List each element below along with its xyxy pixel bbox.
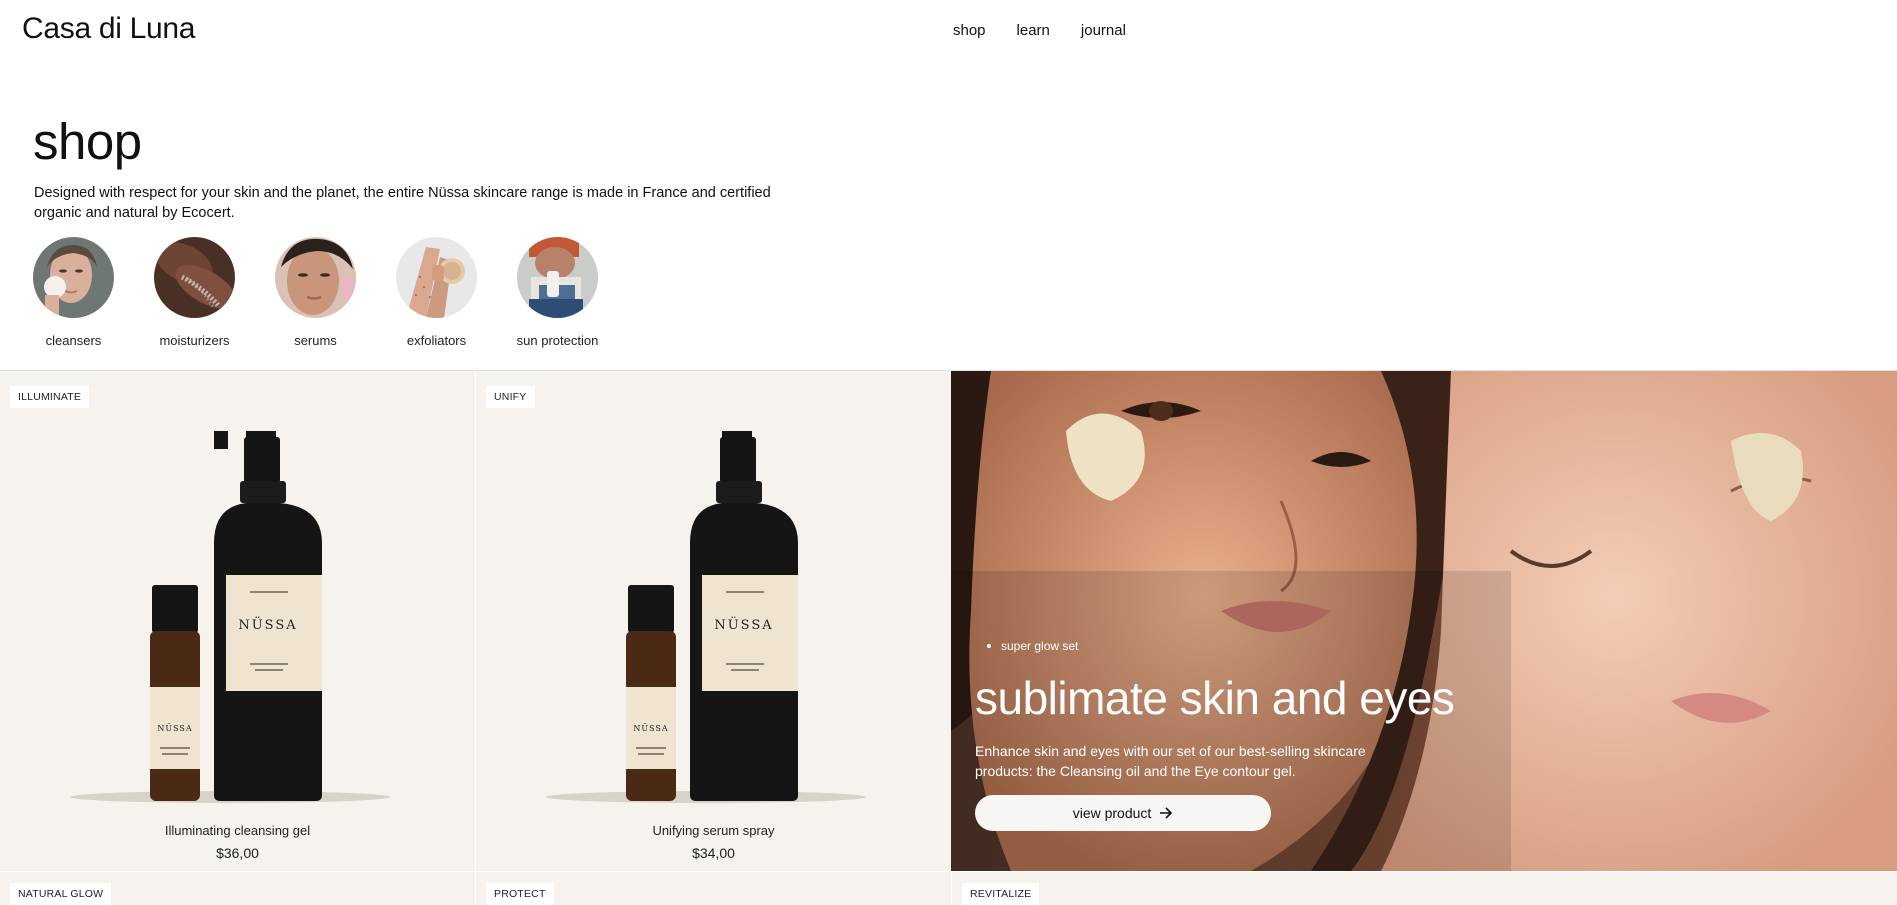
view-product-button[interactable]: view product [975, 795, 1271, 831]
category-moisturizers[interactable]: moisturizers [154, 237, 235, 348]
category-sun-protection-image[interactable] [517, 237, 598, 318]
category-cleansers[interactable]: cleansers [33, 237, 114, 348]
category-label: cleansers [45, 333, 102, 348]
product-image[interactable]: NÜSSA NÜSSA [476, 431, 951, 811]
hero-bullet: super glow set [987, 639, 1495, 653]
nav-learn[interactable]: learn [1017, 22, 1050, 39]
product-badge: UNIFY [486, 386, 535, 408]
product-card[interactable]: ILLUMINATE NÜSSA NÜSSA Illuminating clea… [0, 371, 475, 871]
product-badge: ILLUMINATE [10, 386, 90, 408]
product-name[interactable]: Illuminating cleansing gel [0, 823, 475, 838]
hero-title: sublimate skin and eyes [975, 672, 1455, 724]
product-card[interactable]: PROTECT [476, 872, 951, 905]
product-card[interactable]: NATURAL GLOW [0, 872, 475, 905]
svg-text:NÜSSA: NÜSSA [238, 616, 297, 633]
category-cleansers-image[interactable] [33, 237, 114, 318]
product-badge: REVITALIZE [962, 883, 1040, 905]
svg-text:NÜSSA: NÜSSA [157, 724, 192, 733]
product-badge: NATURAL GLOW [10, 883, 112, 905]
svg-text:NÜSSA: NÜSSA [714, 616, 773, 633]
category-exfoliators[interactable]: exfoliators [396, 237, 477, 348]
product-badge: PROTECT [486, 883, 554, 905]
category-label: moisturizers [159, 333, 230, 348]
arrow-right-icon [1160, 807, 1173, 819]
category-list: cleansers moisturizers serums exfoliator… [33, 237, 598, 348]
category-exfoliators-image[interactable] [396, 237, 477, 318]
category-label: serums [294, 333, 337, 348]
category-label: sun protection [516, 333, 599, 348]
product-price: $34,00 [692, 845, 735, 861]
page-title: shop [33, 113, 142, 170]
site-header: Casa di Luna shop learn journal [0, 0, 1897, 62]
brand-logo[interactable]: Casa di Luna [22, 12, 196, 46]
product-price: $36,00 [216, 845, 259, 861]
nav-journal[interactable]: journal [1081, 22, 1126, 39]
category-sun-protection[interactable]: sun protection [517, 237, 598, 348]
main-nav: shop learn journal [953, 22, 1126, 39]
category-serums-image[interactable] [275, 237, 356, 318]
hero-promo: super glow set sublimate skin and eyes E… [951, 371, 1897, 871]
svg-text:NÜSSA: NÜSSA [633, 724, 668, 733]
product-grid: ILLUMINATE NÜSSA NÜSSA Illuminating clea… [0, 371, 1897, 905]
product-name[interactable]: Unifying serum spray [476, 823, 951, 838]
category-moisturizers-image[interactable] [154, 237, 235, 318]
nav-shop[interactable]: shop [953, 22, 986, 39]
category-serums[interactable]: serums [275, 237, 356, 348]
product-card[interactable]: UNIFY NÜSSA NÜSSA Unifying serum spray $… [476, 371, 951, 871]
view-product-label: view product [1072, 805, 1152, 821]
product-card[interactable]: REVITALIZE [952, 872, 1897, 905]
product-image[interactable]: NÜSSA NÜSSA [0, 431, 475, 811]
hero-description: Enhance skin and eyes with our set of ou… [975, 743, 1366, 779]
hero-content: super glow set sublimate skin and eyes E… [975, 639, 1495, 831]
category-label: exfoliators [406, 333, 467, 348]
page-intro: Designed with respect for your skin and … [34, 185, 771, 221]
